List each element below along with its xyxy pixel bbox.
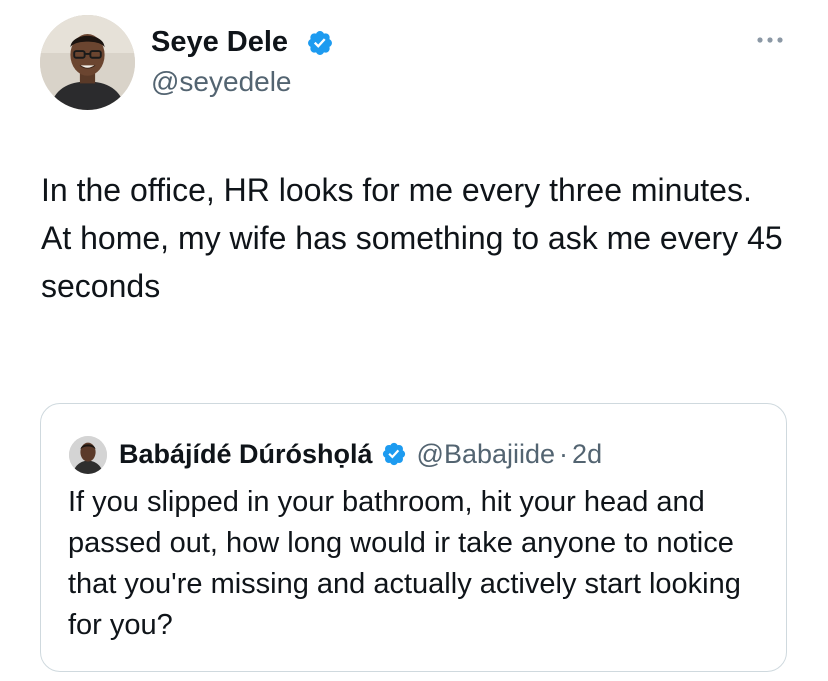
- separator-dot: ·: [559, 439, 569, 469]
- quoted-author-handle[interactable]: @Babajiide: [417, 434, 556, 474]
- author-display-name[interactable]: Seye Dele: [151, 24, 288, 60]
- quoted-tweet-header: Babájídé Dúróshọlá @Babajiide · 2d: [119, 434, 602, 474]
- quoted-tweet-text: If you slipped in your bathroom, hit you…: [68, 486, 741, 641]
- quoted-tweet-timestamp[interactable]: 2d: [572, 434, 602, 474]
- author-avatar[interactable]: [40, 15, 135, 110]
- author-handle[interactable]: @seyedele: [151, 64, 292, 100]
- quoted-author-display-name[interactable]: Babájídé Dúróshọlá: [119, 434, 373, 474]
- verified-badge-icon: [308, 31, 332, 55]
- avatar-photo-icon: [69, 436, 107, 474]
- tweet-text: In the office, HR looks for me every thr…: [41, 172, 783, 304]
- more-horizontal-icon: [757, 37, 783, 43]
- avatar-photo-icon: [40, 15, 135, 110]
- quoted-tweet-card[interactable]: Babájídé Dúróshọlá @Babajiide · 2d If yo…: [40, 403, 787, 672]
- more-options-button[interactable]: [752, 26, 788, 54]
- verified-badge-icon: [382, 442, 405, 466]
- quoted-author-avatar[interactable]: [69, 436, 107, 474]
